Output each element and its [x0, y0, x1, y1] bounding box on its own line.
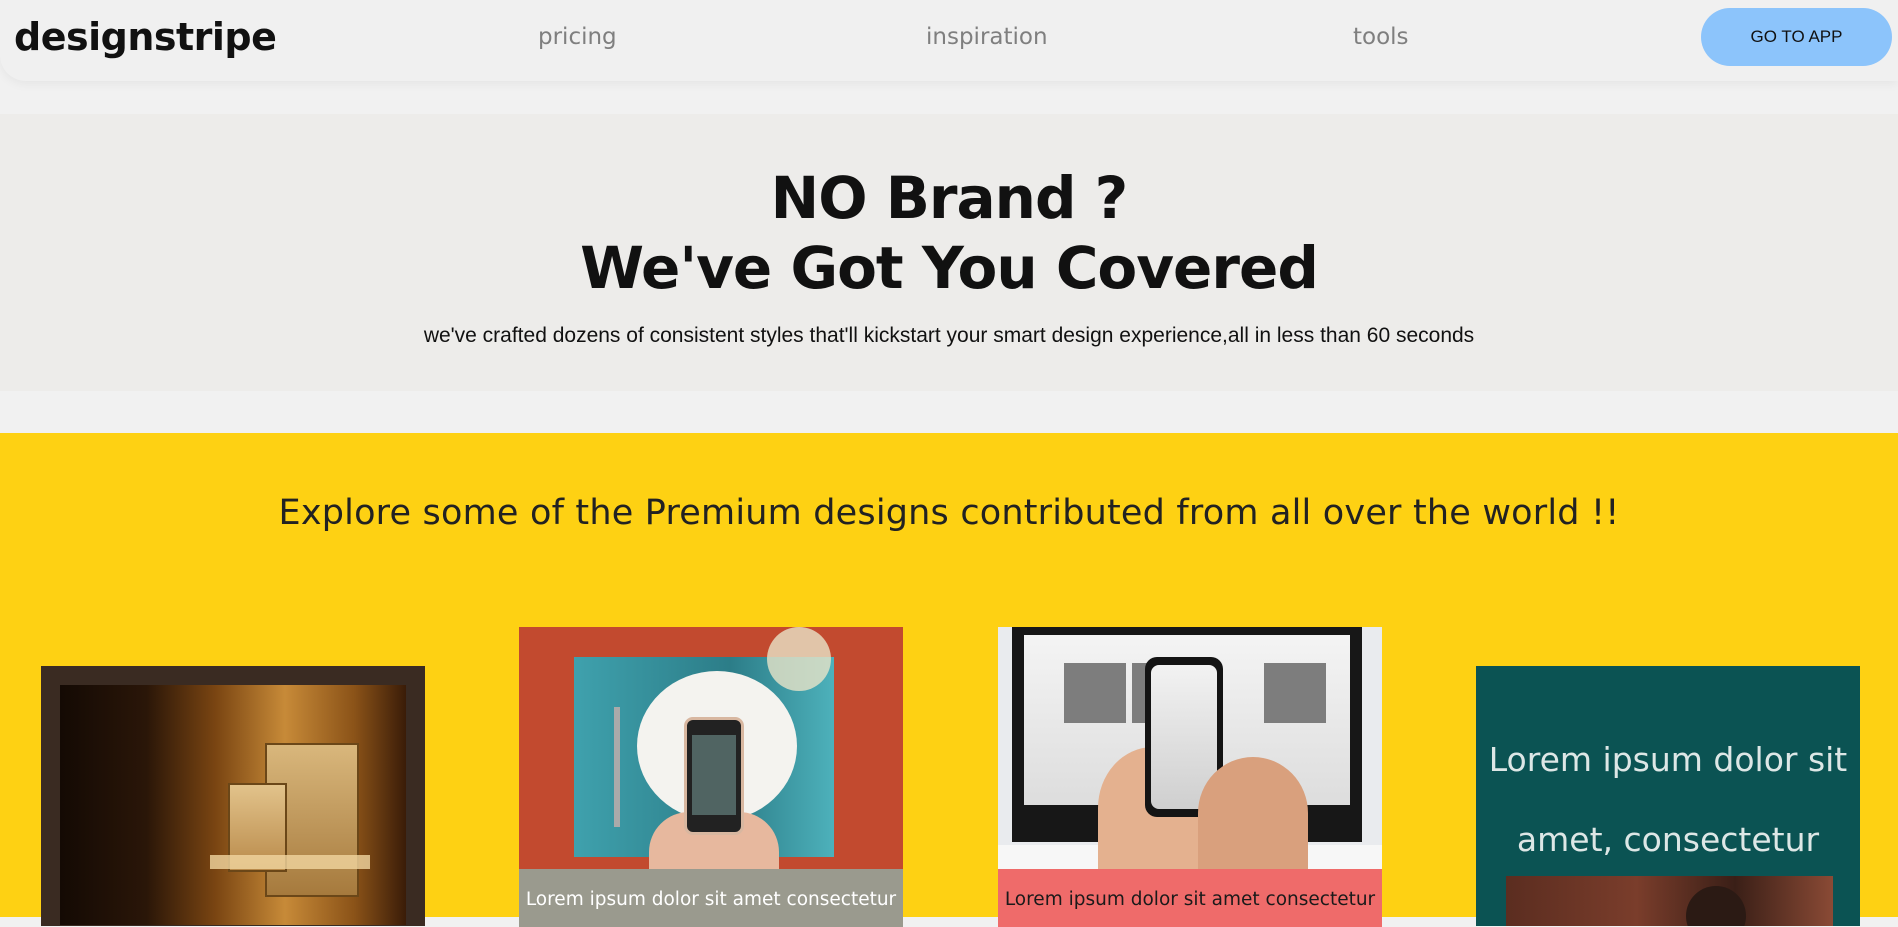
card-text: Lorem ipsum dolor sit amet, consectetur	[1476, 720, 1860, 880]
card-caption: Lorem ipsum dolor sit amet consectetur	[519, 869, 903, 927]
design-card-3[interactable]: Lorem ipsum dolor sit amet consectetur	[998, 627, 1382, 927]
smartphone	[684, 717, 744, 835]
card-image-interior	[60, 685, 406, 925]
nav-link-tools[interactable]: tools	[1353, 24, 1409, 50]
design-card-1[interactable]	[41, 666, 425, 926]
card-image-person	[1506, 876, 1833, 926]
explore-section: Explore some of the Premium designs cont…	[0, 433, 1898, 927]
fork	[614, 707, 620, 827]
design-card-2[interactable]: Lorem ipsum dolor sit amet consectetur	[519, 627, 903, 927]
card-text-line1: Lorem ipsum dolor sit	[1488, 740, 1848, 779]
hero-section: NO Brand ? We've Got You Covered we've c…	[0, 114, 1898, 391]
card-image-shelf	[210, 855, 370, 869]
hand-right	[1198, 757, 1308, 869]
card-caption: Lorem ipsum dolor sit amet consectetur	[998, 869, 1382, 927]
design-card-4[interactable]: Lorem ipsum dolor sit amet, consectetur	[1476, 666, 1860, 926]
top-navbar: designstripe pricing inspiration tools G…	[0, 0, 1898, 81]
explore-title: Explore some of the Premium designs cont…	[278, 493, 1620, 533]
card-text-line2: amet, consectetur	[1516, 820, 1820, 859]
nav-link-pricing[interactable]: pricing	[538, 24, 617, 50]
card-image-phone-plate	[519, 627, 903, 869]
hero-title-line1: NO Brand ?	[770, 164, 1129, 232]
card-image-phone-monitor	[998, 627, 1382, 869]
site-logo[interactable]: designstripe	[14, 15, 277, 59]
glass	[767, 627, 831, 691]
hero-title-line2: We've Got You Covered	[580, 234, 1319, 302]
go-to-app-button[interactable]: GO TO APP	[1701, 8, 1892, 66]
person-head	[1686, 886, 1746, 926]
nav-link-inspiration[interactable]: inspiration	[926, 24, 1048, 50]
hero-subtitle: we've crafted dozens of consistent style…	[423, 324, 1475, 347]
